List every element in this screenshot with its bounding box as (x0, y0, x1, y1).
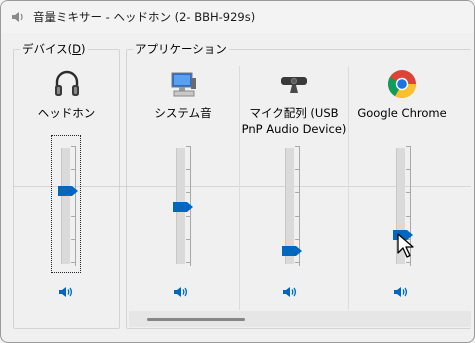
mouse-cursor-icon (397, 233, 414, 258)
slider-tick (186, 239, 191, 240)
slider-tick (295, 239, 300, 240)
channel-name: マイク配列 (USB PnP Audio Device) (241, 106, 347, 136)
slider-tick (186, 146, 191, 147)
device-group-label: デバイス(D) (20, 42, 88, 56)
mute-button-google-chrome[interactable] (393, 285, 409, 299)
mute-button-mic-array[interactable] (282, 285, 298, 299)
scrollbar-thumb[interactable] (147, 318, 245, 321)
slider-tick (406, 146, 411, 147)
slider-tick (295, 169, 300, 170)
slider-tick (186, 169, 191, 170)
slider-tick (295, 192, 300, 193)
channel-name: システム音 (154, 106, 212, 120)
slider-tick (406, 262, 411, 263)
system-sounds-icon (171, 72, 196, 97)
volume-mixer-window: 音量ミキサー - ヘッドホン (2- BBH-929s) デバイス(D) アプリ… (0, 0, 475, 343)
slider-tick (186, 192, 191, 193)
speaker-icon (12, 12, 23, 22)
title-bar: 音量ミキサー - ヘッドホン (2- BBH-929s) (1, 1, 474, 33)
volume-thumb-system-sounds[interactable] (173, 202, 193, 213)
window-title: 音量ミキサー - ヘッドホン (2- BBH-929s) (33, 10, 256, 24)
slider-tick (295, 146, 300, 147)
chrome-icon (388, 70, 416, 98)
channel-name: ヘッドホン (37, 106, 96, 120)
volume-thumb-mic-array[interactable] (282, 246, 302, 257)
slider-tick (295, 216, 300, 217)
channel-name: Google Chrome (357, 106, 447, 120)
mute-button-system-sounds[interactable] (173, 285, 189, 299)
slider-tick (186, 216, 191, 217)
slider-tick (406, 192, 411, 193)
slider-tick (295, 262, 300, 263)
headphones-icon (54, 70, 79, 96)
slider-tick (186, 262, 191, 263)
channel-mic-array: マイク配列 (USB PnP Audio Device) (240, 65, 348, 310)
focus-rectangle (51, 135, 81, 273)
slider-tick (406, 216, 411, 217)
webcam-mic-icon (281, 77, 307, 93)
horizontal-scrollbar[interactable] (129, 311, 471, 327)
application-group-label: アプリケーション (133, 42, 229, 56)
mute-button-headphones[interactable] (58, 285, 74, 299)
slider-tick (406, 169, 411, 170)
